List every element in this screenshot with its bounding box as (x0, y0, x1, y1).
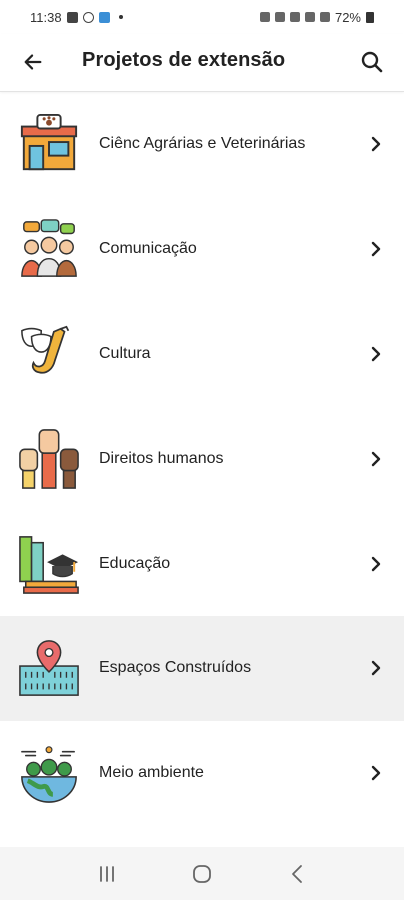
raised-fists-icon (16, 426, 82, 492)
list-item-label: Educação (99, 554, 171, 572)
app-bar: Projetos de extensão (0, 34, 404, 92)
more-notifications-icon (118, 15, 123, 19)
list-item-label: Comunicação (99, 240, 197, 258)
arrow-left-icon (24, 54, 42, 70)
chevron-right-icon (368, 765, 384, 781)
list-item-label: Espaços Construídos (99, 659, 252, 677)
list-item-label: Meio ambiente (99, 764, 204, 782)
status-left: 11:38 (30, 10, 123, 25)
chevron-right-icon (368, 136, 384, 152)
chevron-right-icon (368, 241, 384, 257)
system-back-button[interactable] (277, 854, 317, 894)
home-circle-icon (193, 864, 211, 883)
status-time: 11:38 (30, 9, 62, 25)
home-button[interactable] (182, 854, 222, 894)
alarm-icon (259, 12, 270, 22)
battery-icon (366, 11, 374, 23)
category-list: Ciênc Agrárias e Veterinárias Comunicaçã… (0, 92, 404, 847)
mute-icon (274, 12, 285, 22)
communication-people-icon (16, 216, 82, 282)
list-item-comunicacao[interactable]: Comunicação (0, 197, 404, 302)
list-item-label: Direitos humanos (99, 449, 224, 467)
list-item-educacao[interactable]: Educação (0, 511, 404, 616)
chevron-right-icon (368, 660, 384, 676)
page-title: Projetos de extensão (82, 49, 286, 71)
wifi-icon (289, 12, 300, 22)
chevron-right-icon (368, 556, 384, 572)
status-bar: 11:38 72% (0, 0, 404, 34)
theater-masks-saxophone-icon (16, 321, 82, 387)
list-item-ciencias-agrarias[interactable]: Ciênc Agrárias e Veterinárias (0, 92, 404, 197)
earth-trees-icon (16, 740, 82, 806)
battery-percent: 72% (334, 9, 361, 25)
nav-back-icon (291, 864, 302, 883)
hotspot-icon (304, 12, 315, 22)
system-navigation-bar (0, 847, 404, 900)
search-button[interactable] (358, 48, 386, 76)
status-right: 72% (259, 9, 374, 25)
recents-button[interactable] (87, 854, 127, 894)
building-location-pin-icon (16, 635, 82, 701)
list-item-meio-ambiente[interactable]: Meio ambiente (0, 721, 404, 826)
list-item-cultura[interactable]: Cultura (0, 302, 404, 407)
message-icon (98, 11, 110, 23)
search-icon (361, 51, 383, 73)
list-item-direitos-humanos[interactable]: Direitos humanos (0, 406, 404, 511)
chevron-right-icon (368, 451, 384, 467)
whatsapp-icon (82, 11, 94, 23)
list-item-label: Ciênc Agrárias e Veterinárias (99, 135, 306, 153)
vet-clinic-icon (16, 111, 82, 177)
notification-app-icon (66, 11, 78, 23)
chevron-right-icon (368, 346, 384, 362)
list-item-espacos-construidos[interactable]: Espaços Construídos (0, 615, 404, 721)
books-graduation-cap-icon (16, 531, 82, 597)
list-item-partial[interactable] (0, 826, 404, 847)
back-button[interactable] (20, 49, 46, 75)
recents-icon (100, 865, 115, 882)
signal-icon (319, 12, 330, 22)
list-item-label: Cultura (99, 344, 151, 362)
